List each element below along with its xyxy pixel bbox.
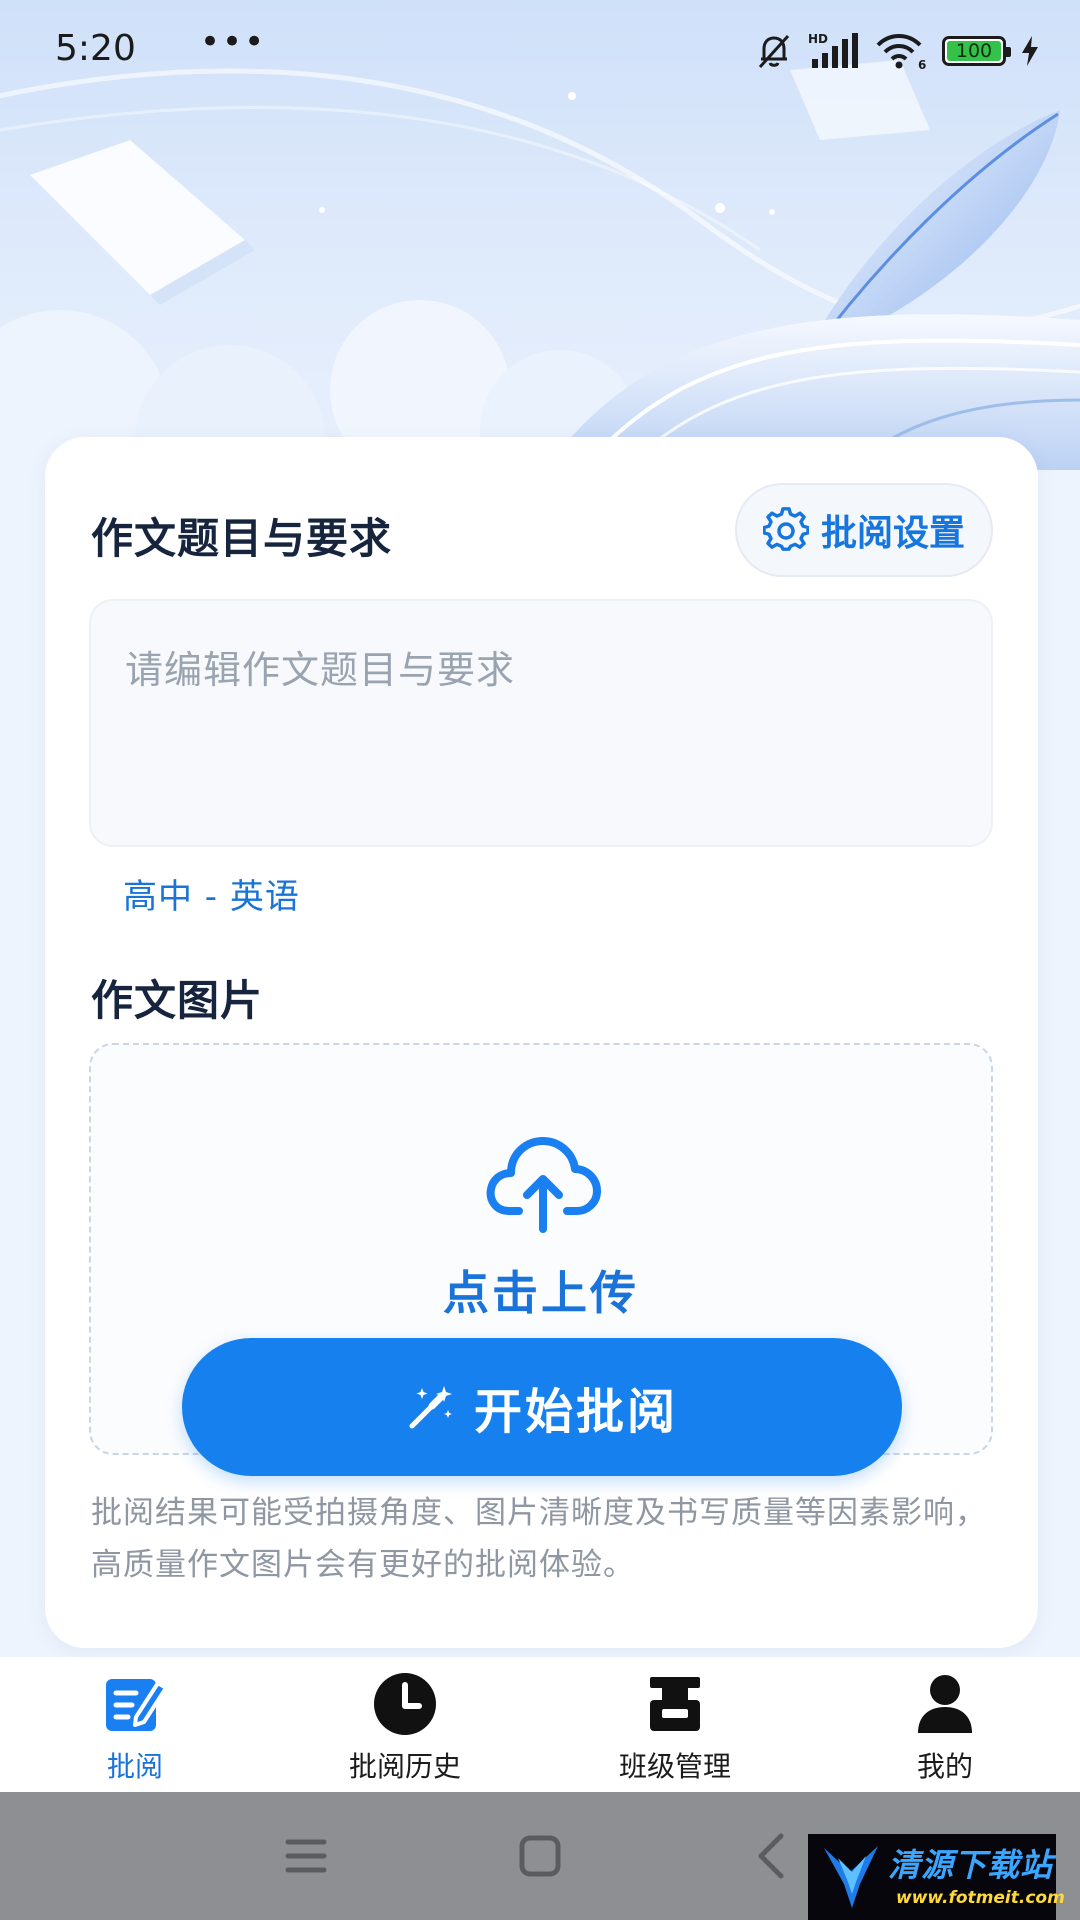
gear-icon [762, 507, 809, 551]
wifi-icon: 6 [876, 34, 926, 71]
person-icon [918, 1675, 972, 1733]
back-icon[interactable] [745, 1828, 801, 1884]
class-icon [650, 1677, 700, 1731]
watermark-logo-icon [824, 1846, 878, 1908]
disclaimer-text: 批阅结果可能受拍摄角度、图片清晰度及书写质量等因素影响，高质量作文图片会有更好的… [91, 1495, 987, 1583]
magic-wand-icon [409, 1386, 452, 1429]
status-icons: HD 6 100 [754, 28, 1040, 74]
wifi-badge: 6 [918, 58, 926, 71]
nav-label-mine: 我的 [916, 1750, 973, 1783]
status-time: 5:20 [55, 28, 136, 69]
status-bar: 5:20 ••• HD 6 100 [0, 0, 1080, 100]
edit-document-icon [106, 1679, 168, 1731]
topic-section-title: 作文题目与要求 [91, 514, 393, 563]
network-type-label: HD [808, 32, 828, 46]
nav-item-history[interactable]: 批阅历史 [270, 1657, 540, 1792]
signal-icon: HD [808, 32, 858, 68]
essay-form-card: 作文题目与要求 批阅设置 请编辑作文题目与要求 高中 - 英语 作文图片 点击上… [45, 437, 1038, 1648]
battery-icon: 100 [942, 36, 1011, 66]
watermark-url: www.fotmeit.com [896, 1888, 1065, 1908]
battery-level: 100 [955, 40, 993, 62]
topic-input[interactable]: 请编辑作文题目与要求 [89, 599, 993, 847]
more-dots-icon: ••• [200, 22, 267, 62]
nav-item-review[interactable]: 批阅 [0, 1657, 270, 1792]
cloud-upload-icon [486, 1137, 601, 1233]
nav-label-class: 班级管理 [618, 1750, 731, 1783]
start-review-label: 开始批阅 [473, 1384, 678, 1440]
watermark-title: 清源下载站 [888, 1846, 1054, 1884]
watermark: 清源下载站 www.fotmeit.com [808, 1834, 1065, 1920]
mute-bell-icon [758, 34, 790, 69]
topic-placeholder: 请编辑作文题目与要求 [125, 648, 516, 692]
nav-item-mine[interactable]: 我的 [810, 1657, 1080, 1792]
grade-subject-selector[interactable]: 高中 - 英语 [123, 869, 300, 918]
review-settings-button[interactable]: 批阅设置 [735, 483, 993, 577]
nav-item-class[interactable]: 班级管理 [540, 1657, 810, 1792]
charging-icon [1022, 36, 1038, 66]
start-review-button[interactable]: 开始批阅 [182, 1338, 902, 1476]
clock-icon [374, 1673, 436, 1735]
upload-label: 点击上传 [443, 1266, 639, 1320]
nav-label-history: 批阅历史 [348, 1750, 461, 1783]
nav-label-review: 批阅 [106, 1750, 163, 1783]
menu-icon[interactable] [278, 1828, 334, 1884]
home-icon[interactable] [512, 1828, 568, 1884]
image-section-title: 作文图片 [91, 976, 264, 1025]
review-settings-label: 批阅设置 [820, 513, 965, 554]
bottom-nav: 批阅 批阅历史 班级管理 我的 [0, 1657, 1080, 1792]
